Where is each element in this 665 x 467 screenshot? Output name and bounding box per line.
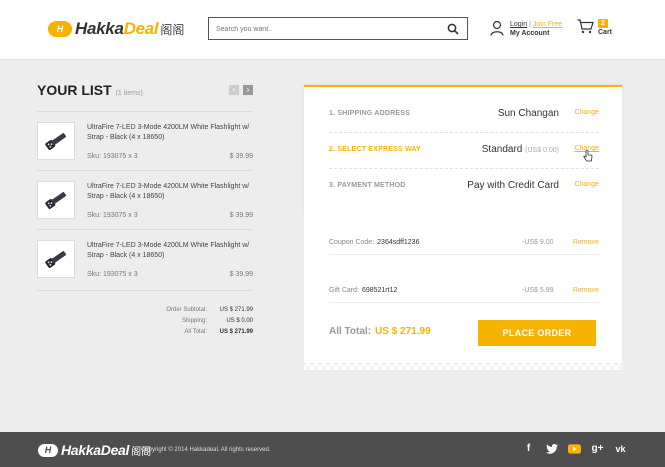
remove-gift-card-link[interactable]: Remove: [573, 287, 599, 294]
all-total-value: US $ 271.99: [219, 329, 253, 335]
checkout-total-label: All Total:: [329, 326, 372, 337]
flashlight-thumbnail[interactable]: [37, 240, 75, 278]
step-value-sub: (US$ 0.00): [525, 147, 559, 154]
gift-card-code: 698521rt12: [361, 287, 398, 294]
login-separator: |: [529, 21, 531, 28]
vk-icon[interactable]: vk: [614, 442, 627, 455]
checkout-steps-card: 1. SHIPPING ADDRESS Sun Changan Change 2…: [304, 85, 622, 215]
step-value: Sun Changan: [497, 108, 559, 119]
step-express-way: 2. SELECT EXPRESS WAY Standard (US$ 0.00…: [329, 133, 599, 169]
item-sku: Sku: 193075 x 3: [87, 271, 138, 278]
join-free-link[interactable]: Join Free: [533, 21, 562, 28]
list-pager: ‹ ›: [229, 85, 253, 95]
search-box: [208, 17, 468, 40]
step-label: 2. SELECT EXPRESS WAY: [329, 146, 421, 153]
list-item[interactable]: UltraFire 7-LED 3-Mode 4200LM White Flas…: [37, 111, 253, 170]
prev-arrow-icon[interactable]: ‹: [229, 85, 239, 95]
item-price: $ 39.99: [229, 271, 253, 278]
place-order-button[interactable]: PLACE ORDER: [478, 320, 596, 346]
flashlight-thumbnail[interactable]: [37, 122, 75, 160]
coupon-row: Coupon Code: 2364sdff1236 -US$ 9.00 Remov…: [329, 215, 599, 255]
step-value: Pay with Credit Card: [467, 180, 559, 191]
hand-cursor-icon: [583, 149, 593, 167]
discount-summary: Coupon Code: 2364sdff1236 -US$ 9.00 Remov…: [304, 215, 622, 370]
change-link[interactable]: Change: [574, 109, 599, 116]
coupon-label: Coupon Code: 2364sdff1236: [329, 239, 420, 246]
youtube-icon[interactable]: [568, 442, 581, 455]
list-item[interactable]: UltraFire 7-LED 3-Mode 4200LM White Flas…: [37, 170, 253, 229]
subtotal-value: US $ 271.99: [219, 307, 253, 313]
coupon-amount: -US$ 9.00: [522, 239, 554, 246]
logo-mark: H: [48, 21, 72, 37]
list-title: YOUR LIST (1 items): [37, 82, 143, 98]
footer-logo-text: HakkaDeal: [61, 442, 130, 458]
user-icon[interactable]: [490, 20, 504, 41]
cart-label: Cart: [598, 29, 613, 36]
search-icon[interactable]: [447, 22, 459, 40]
remove-coupon-link[interactable]: Remove: [573, 239, 599, 246]
copyright-text: Copyright © 2014 Hakkadeal. All rights r…: [141, 447, 271, 453]
step-payment-method: 3. PAYMENT METHOD Pay with Credit Card C…: [329, 169, 599, 205]
site-logo[interactable]: H HakkaDeal 阁阁: [48, 17, 184, 41]
my-account-link[interactable]: My Account: [510, 29, 562, 38]
item-name[interactable]: UltraFire 7-LED 3-Mode 4200LM White Flas…: [87, 182, 257, 202]
shipping-value: US $ 0.00: [226, 318, 253, 324]
facebook-icon[interactable]: f: [522, 442, 535, 455]
step-value: Standard (US$ 0.00): [481, 144, 559, 155]
item-price: $ 39.99: [229, 153, 253, 160]
subtotal-label: Order Subtotal:: [166, 307, 207, 313]
step-label: 3. PAYMENT METHOD: [329, 182, 406, 189]
item-price: $ 39.99: [229, 212, 253, 219]
gift-card-amount: -US$ 5.99: [522, 287, 554, 294]
footer-logo-mark: H: [38, 443, 58, 457]
step-shipping-address: 1. SHIPPING ADDRESS Sun Changan Change: [329, 97, 599, 133]
list-item[interactable]: UltraFire 7-LED 3-Mode 4200LM White Flas…: [37, 229, 253, 290]
checkout-total-value: US $ 271.99: [375, 326, 431, 337]
google-plus-icon[interactable]: g+: [591, 442, 604, 455]
shipping-label: Shipping:: [181, 318, 207, 324]
coupon-code: 2364sdff1236: [377, 239, 420, 246]
search-input[interactable]: [209, 19, 439, 40]
order-totals: Order Subtotal: US $ 271.99 Shipping: US $…: [37, 290, 253, 338]
step-label: 1. SHIPPING ADDRESS: [329, 110, 410, 117]
twitter-icon[interactable]: [545, 442, 558, 455]
all-total-label: All Total:: [184, 329, 207, 335]
cart-button[interactable]: 2 Cart: [577, 19, 612, 39]
footer-logo[interactable]: H HakkaDeal 阁阁: [38, 442, 151, 458]
item-sku: Sku: 193075 x 3: [87, 153, 138, 160]
cart-icon: [577, 19, 594, 39]
receipt-zigzag-edge: [304, 363, 622, 370]
gift-card-label: Gift Card: 698521rt12: [329, 287, 398, 294]
list-item-count: (1 items): [115, 90, 143, 97]
item-sku: Sku: 193075 x 3: [87, 212, 138, 219]
gift-card-row: Gift Card: 698521rt12 -US$ 5.99 Remove: [329, 263, 599, 303]
cart-count-badge: 2: [598, 19, 608, 28]
social-links: f g+ vk: [522, 442, 627, 455]
logo-chinese-text: 阁阁: [160, 22, 185, 37]
next-arrow-icon[interactable]: ›: [243, 85, 253, 95]
logo-text: HakkaDeal: [75, 19, 159, 38]
item-name[interactable]: UltraFire 7-LED 3-Mode 4200LM White Flas…: [87, 241, 257, 261]
item-name[interactable]: UltraFire 7-LED 3-Mode 4200LM White Flas…: [87, 123, 257, 143]
checkout-total: All Total: US $ 271.99: [329, 326, 431, 337]
account-area: Login | Join Free My Account: [490, 20, 562, 41]
change-link[interactable]: Change: [574, 181, 599, 188]
login-link[interactable]: Login: [510, 21, 527, 28]
flashlight-thumbnail[interactable]: [37, 181, 75, 219]
